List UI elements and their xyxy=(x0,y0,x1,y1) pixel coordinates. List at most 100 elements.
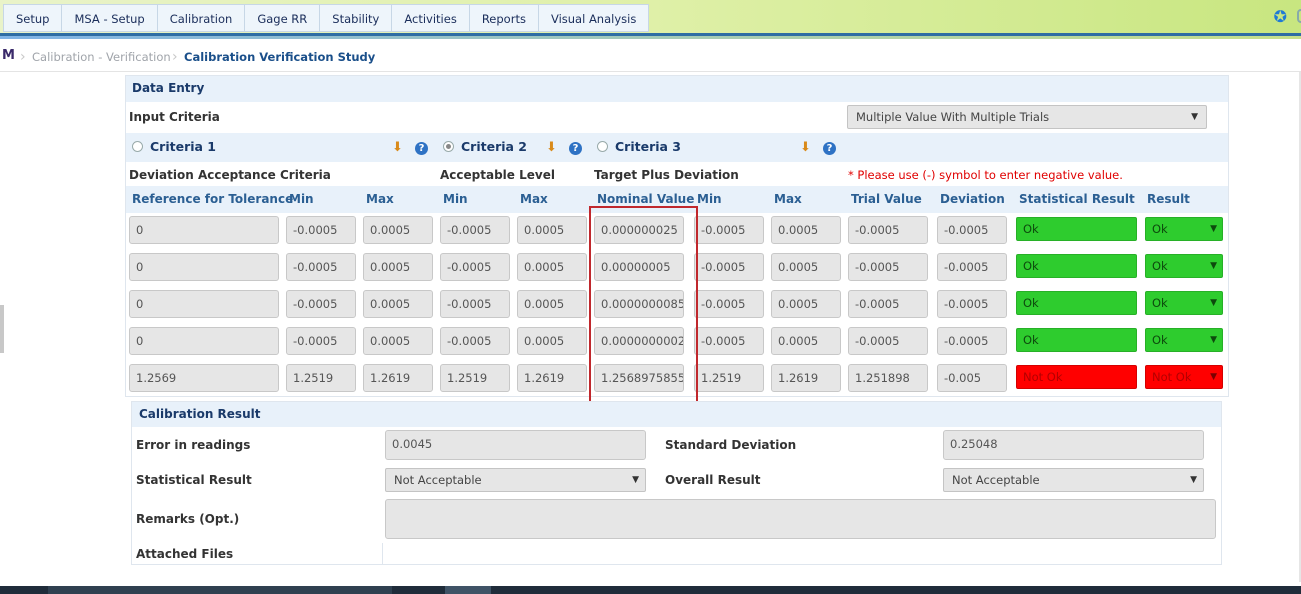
menu-reports[interactable]: Reports xyxy=(468,4,538,32)
top-navigation-bar: Setup MSA - Setup Calibration Gage RR St… xyxy=(0,0,1301,39)
deviation-min-field[interactable]: -0.0005 xyxy=(286,327,356,355)
acceptable-min-field[interactable]: -0.0005 xyxy=(440,253,510,281)
statistical-result-cell: Ok xyxy=(1016,254,1137,278)
acceptable-max-field[interactable]: 0.0005 xyxy=(517,253,587,281)
reference-field[interactable]: 0 xyxy=(129,253,279,281)
calibration-result-title: Calibration Result xyxy=(139,407,261,421)
chevron-down-icon: ▼ xyxy=(1190,475,1197,485)
deviation-min-field[interactable]: -0.0005 xyxy=(286,253,356,281)
col-statistical-result: Statistical Result xyxy=(1019,192,1135,206)
trial-value-field[interactable]: 1.251898 xyxy=(848,364,928,392)
statistical-result-select[interactable]: Not Acceptable ▼ xyxy=(385,468,646,492)
menu-activities[interactable]: Activities xyxy=(391,4,469,32)
result-select[interactable]: Ok ▼ xyxy=(1145,254,1223,278)
target-min-field[interactable]: -0.0005 xyxy=(694,253,764,281)
deviation-min-field[interactable]: 1.2519 xyxy=(286,364,356,392)
attached-files-area[interactable] xyxy=(382,543,1220,565)
target-min-field[interactable]: 1.2519 xyxy=(694,364,764,392)
criteria-1-radio[interactable] xyxy=(132,141,143,152)
download-icon[interactable]: ⬇ xyxy=(800,140,811,155)
trial-value-field[interactable]: -0.0005 xyxy=(848,327,928,355)
download-icon[interactable]: ⬇ xyxy=(392,140,403,155)
menu-msa-setup[interactable]: MSA - Setup xyxy=(61,4,157,32)
menu-gage-rr[interactable]: Gage RR xyxy=(244,4,320,32)
help-icon[interactable]: ? xyxy=(415,142,428,155)
menu-stability[interactable]: Stability xyxy=(319,4,392,32)
deviation-field[interactable]: -0.005 xyxy=(937,364,1007,392)
col-acceptable-min: Min xyxy=(443,192,468,206)
reference-field[interactable]: 0 xyxy=(129,216,279,244)
deviation-max-field[interactable]: 0.0005 xyxy=(363,253,433,281)
breadcrumb-calibration-verification[interactable]: Calibration - Verification xyxy=(32,50,171,64)
app-logo: M xyxy=(2,48,15,63)
deviation-min-field[interactable]: -0.0005 xyxy=(286,290,356,318)
acceptable-min-field[interactable]: -0.0005 xyxy=(440,216,510,244)
target-min-field[interactable]: -0.0005 xyxy=(694,216,764,244)
chevron-down-icon: ▼ xyxy=(1210,261,1217,271)
taskbar xyxy=(0,586,1301,594)
criteria-3-radio[interactable] xyxy=(597,141,608,152)
deviation-field[interactable]: -0.0005 xyxy=(937,253,1007,281)
result-value: Not Ok xyxy=(1152,370,1192,384)
acceptable-max-field[interactable]: 0.0005 xyxy=(517,290,587,318)
attached-files-label: Attached Files xyxy=(136,547,234,561)
side-collapse-handle[interactable] xyxy=(0,305,4,353)
statistical-result-label: Statistical Result xyxy=(136,473,252,487)
result-select[interactable]: Ok ▼ xyxy=(1145,328,1223,352)
criteria-1-label: Criteria 1 xyxy=(150,139,217,154)
deviation-field[interactable]: -0.0005 xyxy=(937,290,1007,318)
trial-value-field[interactable]: -0.0005 xyxy=(848,290,928,318)
target-min-field[interactable]: -0.0005 xyxy=(694,290,764,318)
help-icon[interactable]: ? xyxy=(569,142,582,155)
power-icon[interactable] xyxy=(1297,9,1301,23)
deviation-max-field[interactable]: 0.0005 xyxy=(363,327,433,355)
deviation-field[interactable]: -0.0005 xyxy=(937,327,1007,355)
error-in-readings-field[interactable]: 0.0045 xyxy=(385,430,646,460)
standard-deviation-field[interactable]: 0.25048 xyxy=(943,430,1204,460)
acceptable-max-field[interactable]: 1.2619 xyxy=(517,364,587,392)
reference-field[interactable]: 1.2569 xyxy=(129,364,279,392)
result-select[interactable]: Ok ▼ xyxy=(1145,217,1223,241)
menu-calibration[interactable]: Calibration xyxy=(156,4,245,32)
target-max-field[interactable]: 0.0005 xyxy=(771,253,841,281)
acceptable-max-field[interactable]: 0.0005 xyxy=(517,216,587,244)
target-max-field[interactable]: 0.0005 xyxy=(771,216,841,244)
target-max-field[interactable]: 1.2619 xyxy=(771,364,841,392)
result-select[interactable]: Ok ▼ xyxy=(1145,291,1223,315)
deviation-max-field[interactable]: 0.0005 xyxy=(363,290,433,318)
overall-result-select[interactable]: Not Acceptable ▼ xyxy=(943,468,1204,492)
statistical-result-cell: Not Ok xyxy=(1016,365,1137,389)
target-min-field[interactable]: -0.0005 xyxy=(694,327,764,355)
deviation-max-field[interactable]: 0.0005 xyxy=(363,216,433,244)
download-icon[interactable]: ⬇ xyxy=(546,140,557,155)
input-criteria-label: Input Criteria xyxy=(129,110,220,124)
trial-value-field[interactable]: -0.0005 xyxy=(848,253,928,281)
criteria-2-radio[interactable] xyxy=(443,141,454,152)
help-icon[interactable]: ? xyxy=(823,142,836,155)
result-select[interactable]: Not Ok ▼ xyxy=(1145,365,1223,389)
calibration-result-header xyxy=(132,402,1221,427)
target-max-field[interactable]: 0.0005 xyxy=(771,290,841,318)
acceptable-min-field[interactable]: -0.0005 xyxy=(440,327,510,355)
deviation-max-field[interactable]: 1.2619 xyxy=(363,364,433,392)
trial-value-field[interactable]: -0.0005 xyxy=(848,216,928,244)
col-deviation-max: Max xyxy=(366,192,394,206)
menu-visual-analysis[interactable]: Visual Analysis xyxy=(537,4,650,32)
acceptable-min-field[interactable]: 1.2519 xyxy=(440,364,510,392)
result-value: Ok xyxy=(1152,259,1168,273)
acceptable-level-group: Acceptable Level xyxy=(440,168,555,182)
remarks-textarea[interactable] xyxy=(385,499,1216,539)
menu-setup[interactable]: Setup xyxy=(3,4,62,32)
reference-field[interactable]: 0 xyxy=(129,327,279,355)
deviation-min-field[interactable]: -0.0005 xyxy=(286,216,356,244)
acceptable-min-field[interactable]: -0.0005 xyxy=(440,290,510,318)
input-criteria-select[interactable]: Multiple Value With Multiple Trials ▼ xyxy=(847,105,1207,129)
header-divider xyxy=(0,36,1301,39)
acceptable-max-field[interactable]: 0.0005 xyxy=(517,327,587,355)
deviation-field[interactable]: -0.0005 xyxy=(937,216,1007,244)
reference-field[interactable]: 0 xyxy=(129,290,279,318)
pin-icon[interactable]: ✪ xyxy=(1274,7,1287,26)
criteria-2-label: Criteria 2 xyxy=(461,139,528,154)
col-target-min: Min xyxy=(697,192,722,206)
target-max-field[interactable]: 0.0005 xyxy=(771,327,841,355)
